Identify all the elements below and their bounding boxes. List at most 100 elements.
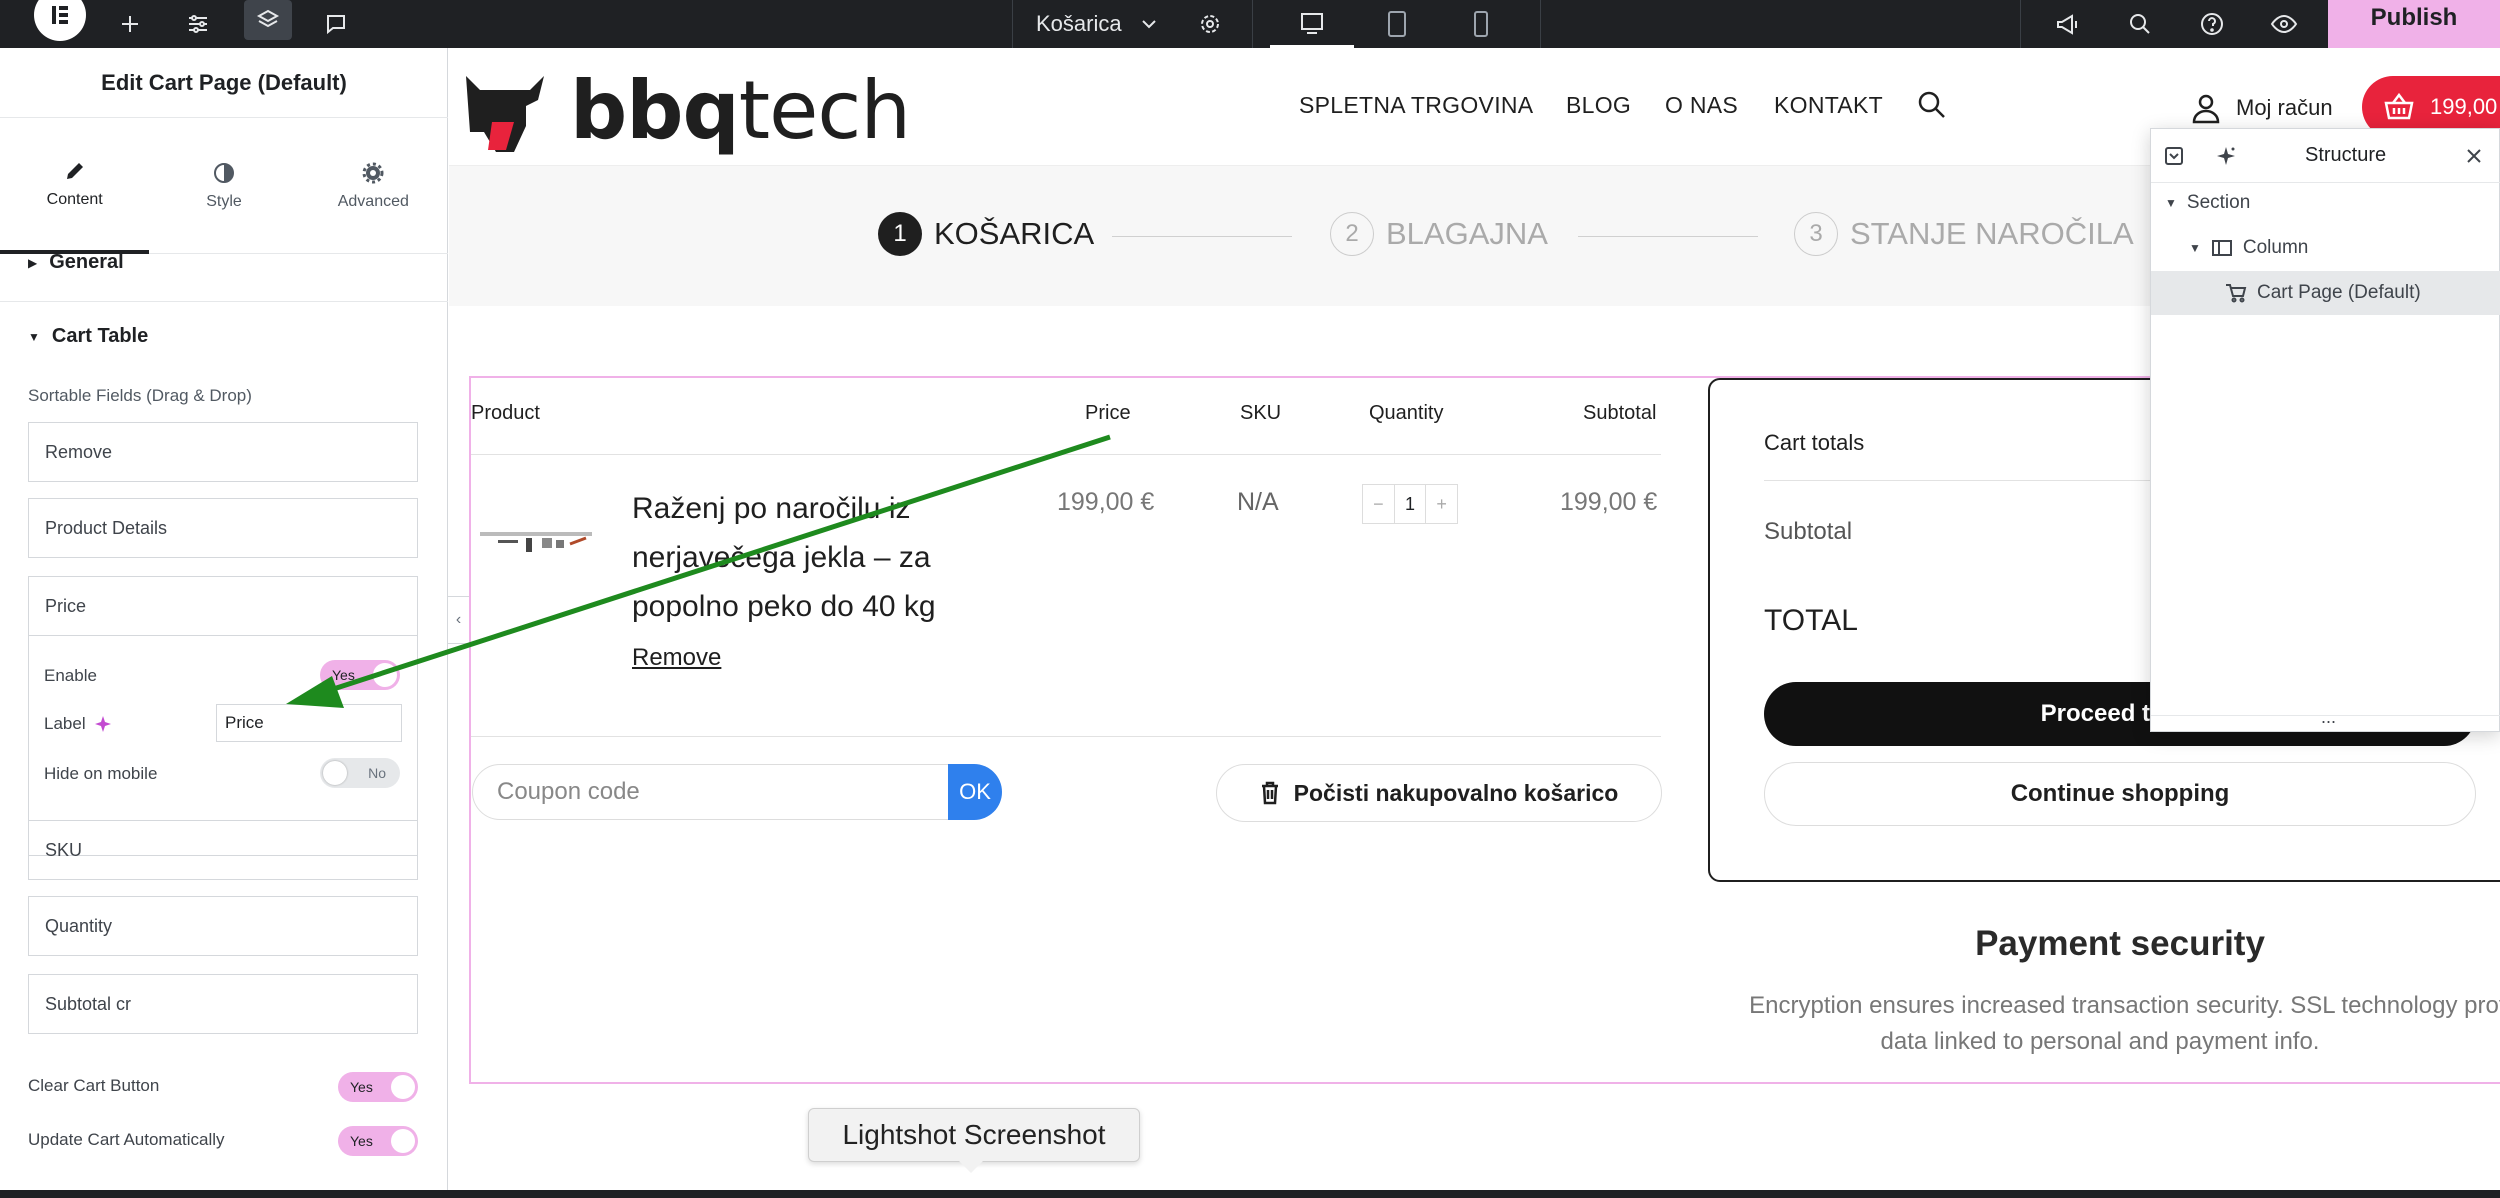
site-search-icon[interactable] <box>1917 90 1947 120</box>
product-name-link[interactable]: Raženj po naročilu iz nerjavečega jekla … <box>632 484 972 631</box>
page-settings-button[interactable] <box>1190 0 1230 48</box>
enable-toggle[interactable]: Yes <box>320 660 400 690</box>
clear-cart-button[interactable]: Počisti nakupovalno košarico <box>1216 764 1662 822</box>
tab-label: Advanced <box>337 193 409 210</box>
coupon-input[interactable]: Coupon code <box>472 764 952 820</box>
structure-header: Structure <box>2151 129 2500 183</box>
apply-coupon-button[interactable]: OK <box>948 764 1002 820</box>
qty-value[interactable]: 1 <box>1395 485 1426 523</box>
sortable-field-product-details[interactable]: Product Details <box>28 498 418 558</box>
sortable-field-remove[interactable]: Remove <box>28 422 418 482</box>
tab-content[interactable]: Content <box>0 118 150 254</box>
step-order-status[interactable]: 3 STANJE NAROČILA <box>1794 212 2134 256</box>
tab-advanced[interactable]: Advanced <box>299 118 448 254</box>
desktop-view-button[interactable] <box>1270 0 1354 48</box>
nav-link-shop[interactable]: SPLETNA TRGOVINA <box>1299 92 1533 119</box>
hide-mobile-toggle[interactable]: No <box>320 758 400 788</box>
divider <box>0 301 448 302</box>
nav-link-contact[interactable]: KONTAKT <box>1774 92 1883 119</box>
search-icon <box>2130 14 2150 34</box>
nav-link-about[interactable]: O NAS <box>1665 92 1738 119</box>
site-settings-button[interactable] <box>178 0 218 48</box>
account-label: Moj račun <box>2236 95 2333 120</box>
close-icon[interactable] <box>2465 147 2483 165</box>
plus-icon <box>122 16 138 32</box>
page-selector[interactable]: Košarica <box>1036 0 1158 48</box>
collapse-panel-button[interactable]: ‹ <box>448 596 470 644</box>
add-element-button[interactable] <box>110 0 150 48</box>
elementor-logo-button[interactable] <box>32 0 88 48</box>
caret-down-icon: ▼ <box>2165 196 2177 210</box>
step-label: STANJE NAROČILA <box>1850 216 2134 251</box>
update-cart-toggle[interactable]: Yes <box>338 1126 418 1156</box>
divider <box>471 736 1661 737</box>
mobile-view-button[interactable] <box>1456 0 1506 48</box>
col-header-price: Price <box>1085 402 1131 424</box>
sliders-icon <box>189 15 207 33</box>
preview-button[interactable] <box>2264 0 2304 48</box>
step-checkout[interactable]: 2 BLAGAJNA <box>1330 212 1548 256</box>
whats-new-button[interactable] <box>2048 0 2088 48</box>
structure-button[interactable] <box>244 0 292 40</box>
tablet-view-button[interactable] <box>1372 0 1422 48</box>
step-number: 1 <box>878 212 922 256</box>
ai-sparkle-icon[interactable] <box>94 715 112 733</box>
caret-right-icon: ▶ <box>28 255 38 270</box>
col-header-sku: SKU <box>1240 402 1282 424</box>
megaphone-icon <box>2057 14 2077 35</box>
help-icon <box>2201 13 2223 35</box>
structure-item-column[interactable]: ▼ Column <box>2151 226 2500 270</box>
tab-label: Style <box>206 193 242 210</box>
cart-totals-title: Cart totals <box>1764 430 1865 455</box>
bull-logo-icon[interactable] <box>462 62 554 154</box>
product-thumbnail[interactable] <box>480 520 592 564</box>
site-logo[interactable]: bbqtech <box>570 64 911 157</box>
sortable-field-price[interactable]: Price <box>28 576 418 636</box>
payment-security-title: Payment security <box>1975 924 2265 963</box>
structure-item-section[interactable]: ▼ Section <box>2151 181 2500 225</box>
col-header-quantity: Quantity <box>1369 402 1444 424</box>
toggle-text: Yes <box>350 1133 373 1149</box>
gear-icon <box>362 162 384 184</box>
tab-style[interactable]: Style <box>149 118 298 254</box>
section-general-toggle[interactable]: ▶ General <box>28 251 124 274</box>
toggle-text: No <box>368 765 386 781</box>
lightshot-tooltip: Lightshot Screenshot <box>808 1108 1140 1173</box>
nav-link-blog[interactable]: BLOG <box>1566 92 1631 119</box>
trash-icon <box>1261 781 1278 805</box>
ai-sparkle-icon[interactable] <box>2215 145 2237 167</box>
step-number: 3 <box>1794 212 1838 256</box>
step-number: 2 <box>1330 212 1374 256</box>
payment-security-text: Encryption ensures increased transaction… <box>1700 988 2500 1060</box>
contrast-icon <box>213 163 234 183</box>
collapse-all-icon[interactable] <box>2163 145 2185 167</box>
qty-increase-button[interactable]: + <box>1425 485 1457 523</box>
account-link[interactable]: Moj račun <box>2190 92 2333 124</box>
section-cart-table-toggle[interactable]: ▼ Cart Table <box>28 325 148 348</box>
structure-item-cart-page[interactable]: Cart Page (Default) <box>2151 271 2500 315</box>
step-connector <box>1578 236 1758 237</box>
comments-button[interactable] <box>316 0 356 48</box>
help-button[interactable] <box>2192 0 2232 48</box>
resize-handle[interactable]: ... <box>2321 707 2336 728</box>
col-header-product: Product <box>471 402 540 424</box>
quantity-stepper[interactable]: − 1 + <box>1362 484 1458 524</box>
step-cart[interactable]: 1 KOŠARICA <box>878 212 1094 256</box>
desktop-icon <box>1301 12 1323 34</box>
label-input[interactable] <box>216 704 402 742</box>
bottom-strip <box>0 1190 2500 1198</box>
remove-item-link[interactable]: Remove <box>632 644 721 672</box>
tab-label: Content <box>46 191 103 208</box>
clear-cart-label: Počisti nakupovalno košarico <box>1293 779 1619 806</box>
sortable-field-subtotal[interactable]: Subtotal cr <box>28 974 418 1034</box>
publish-button[interactable]: Publish <box>2328 0 2500 48</box>
section-label: Cart Table <box>51 325 149 347</box>
sortable-field-sku[interactable]: SKU <box>28 820 418 880</box>
search-button[interactable] <box>2120 0 2160 48</box>
continue-shopping-button[interactable]: Continue shopping <box>1764 762 2476 826</box>
clear-cart-toggle[interactable]: Yes <box>338 1072 418 1102</box>
payment-text-line: data linked to personal and payment info… <box>1880 1028 2320 1055</box>
sortable-field-quantity[interactable]: Quantity <box>28 896 418 956</box>
qty-decrease-button[interactable]: − <box>1363 485 1395 523</box>
step-label: KOŠARICA <box>934 216 1095 251</box>
